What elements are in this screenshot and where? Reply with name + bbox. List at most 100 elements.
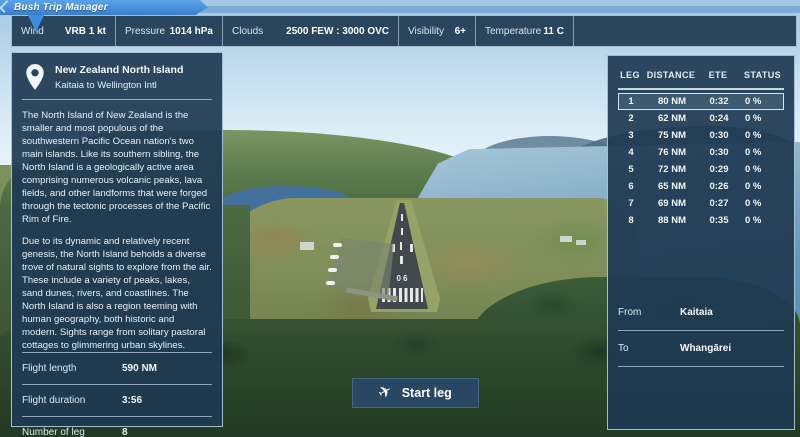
hangar xyxy=(560,236,572,242)
leg-cell-leg: 5 xyxy=(628,164,634,175)
weather-label: Clouds xyxy=(232,25,264,37)
weather-item-clouds: Clouds 2500 FEW : 3000 OVC xyxy=(223,16,399,46)
trip-stats: Flight length 590 NM Flight duration 3:56 Nu… xyxy=(22,352,212,437)
leg-cell-ete: 0:32 xyxy=(709,96,729,107)
leg-cell-ete: 0:26 xyxy=(709,181,729,192)
weather-bar: Wind VRB 1 kt Pressure 1014 hPa Clouds 2500 F… xyxy=(11,15,797,47)
stat-value: 590 NM xyxy=(122,363,158,374)
weather-item-pressure: Pressure 1014 hPa xyxy=(116,16,223,46)
parked-aircraft xyxy=(326,281,335,285)
leg-cell-status: 0 % xyxy=(745,147,762,158)
stat-label: Flight duration xyxy=(22,395,86,406)
leg-row-1[interactable]: 1 80 NM 0:32 0 % xyxy=(618,93,784,110)
leg-cell-ete: 0:29 xyxy=(709,164,729,175)
leg-cell-ete: 0:24 xyxy=(709,113,729,124)
weather-value: VRB 1 kt xyxy=(64,25,106,37)
leg-cell-status: 0 % xyxy=(745,164,762,175)
leg-cell-distance: 80 NM xyxy=(658,96,686,107)
runway-centerline xyxy=(400,242,402,250)
parked-aircraft xyxy=(333,243,342,247)
divider xyxy=(22,99,212,100)
leg-cell-leg: 7 xyxy=(628,198,634,209)
hangar xyxy=(576,240,586,245)
leg-row-8[interactable]: 8 88 NM 0:35 0 % xyxy=(618,212,784,229)
leg-cell-leg: 1 xyxy=(628,96,634,107)
route-value: Whangārei xyxy=(680,343,732,354)
stat-value: 8 xyxy=(122,427,128,437)
leg-cell-status: 0 % xyxy=(745,96,762,107)
runway-centerline xyxy=(400,256,403,264)
leg-cell-status: 0 % xyxy=(745,130,762,141)
column-header-ete: ETE xyxy=(708,70,728,80)
leg-row-4[interactable]: 4 76 NM 0:30 0 % xyxy=(618,144,784,161)
leg-cell-status: 0 % xyxy=(745,198,762,209)
leg-row-7[interactable]: 7 69 NM 0:27 0 % xyxy=(618,195,784,212)
weather-label: Temperature xyxy=(485,25,542,37)
stat-row-flight-duration: Flight duration 3:56 xyxy=(22,384,212,416)
trip-header: New Zealand North Island Kaitaia to Well… xyxy=(22,61,212,99)
route-row-to: To Whangārei xyxy=(618,331,784,367)
bush-trip-manager-screen: 06 Bush Trip Manager Wind VRB 1 kt Pressur… xyxy=(0,0,800,437)
stat-label: Flight length xyxy=(22,363,77,374)
weather-bar-filler xyxy=(574,16,796,46)
route-section: From Kaitaia To Whangārei xyxy=(618,295,784,367)
weather-value: 2500 FEW : 3000 OVC xyxy=(286,25,389,37)
legs-table-header: LEG DISTANCE ETE STATUS xyxy=(618,64,784,86)
airplane-icon: ✈ xyxy=(375,381,396,404)
runway-centerline xyxy=(401,228,403,235)
leg-cell-distance: 69 NM xyxy=(658,198,686,209)
collapse-chevron-icon xyxy=(0,0,12,13)
weather-value: 11 C xyxy=(543,25,564,37)
leg-cell-leg: 2 xyxy=(628,113,634,124)
leg-cell-status: 0 % xyxy=(745,215,762,226)
start-leg-button[interactable]: ✈ Start leg xyxy=(352,378,479,408)
window-title: Bush Trip Manager xyxy=(14,1,108,13)
parked-aircraft xyxy=(328,268,337,272)
leg-cell-distance: 72 NM xyxy=(658,164,686,175)
weather-value: 6+ xyxy=(454,25,466,37)
leg-row-2[interactable]: 2 62 NM 0:24 0 % xyxy=(618,110,784,127)
hangar xyxy=(300,242,314,250)
leg-row-5[interactable]: 5 72 NM 0:29 0 % xyxy=(618,161,784,178)
leg-cell-leg: 3 xyxy=(628,130,634,141)
banner-pointer-icon xyxy=(27,13,45,32)
leg-cell-distance: 76 NM xyxy=(658,147,686,158)
leg-cell-distance: 65 NM xyxy=(658,181,686,192)
column-header-distance: DISTANCE xyxy=(646,70,696,80)
trip-description-paragraph: The North Island of New Zealand is the s… xyxy=(22,110,211,225)
trip-route-subtitle: Kaitaia to Wellington Intl xyxy=(55,79,157,91)
route-value: Kaitaia xyxy=(680,307,713,318)
runway-touchdown-mark xyxy=(410,244,413,252)
leg-cell-status: 0 % xyxy=(745,181,762,192)
leg-cell-ete: 0:30 xyxy=(709,130,729,141)
leg-cell-leg: 6 xyxy=(628,181,634,192)
legs-table-body: 1 80 NM 0:32 0 % 2 62 NM 0:24 0 % 3 75 NM 0:30 0 % 4… xyxy=(618,93,784,229)
trip-info-panel: New Zealand North Island Kaitaia to Well… xyxy=(11,52,223,437)
leg-cell-distance: 75 NM xyxy=(658,130,686,141)
route-label: To xyxy=(618,343,629,354)
runway-centerline xyxy=(401,214,403,221)
legs-panel: LEG DISTANCE ETE STATUS 1 80 NM 0:32 0 % 2 62 NM… xyxy=(607,55,795,430)
weather-item-temperature: Temperature 11 C xyxy=(476,16,574,46)
leg-cell-distance: 62 NM xyxy=(658,113,686,124)
leg-cell-distance: 88 NM xyxy=(658,215,686,226)
leg-cell-ete: 0:30 xyxy=(709,147,729,158)
parked-aircraft xyxy=(330,255,339,259)
trip-title: New Zealand North Island xyxy=(55,63,184,76)
leg-row-3[interactable]: 3 75 NM 0:30 0 % xyxy=(618,127,784,144)
leg-cell-leg: 4 xyxy=(628,147,634,158)
weather-label: Pressure xyxy=(125,25,166,37)
bush-trip-manager-tab[interactable]: Bush Trip Manager xyxy=(0,0,208,15)
weather-label: Visibility xyxy=(408,25,444,37)
header-rule xyxy=(618,88,784,90)
route-row-from: From Kaitaia xyxy=(618,295,784,331)
leg-row-6[interactable]: 6 65 NM 0:26 0 % xyxy=(618,178,784,195)
panel-bottom-spacer xyxy=(618,367,784,429)
stat-row-flight-length: Flight length 590 NM xyxy=(22,352,212,384)
stat-value: 3:56 xyxy=(122,395,143,406)
route-label: From xyxy=(618,307,642,318)
leg-cell-ete: 0:27 xyxy=(709,198,729,209)
column-header-status: STATUS xyxy=(744,70,782,80)
trip-description-paragraph: Due to its dynamic and relatively recent… xyxy=(22,236,212,351)
leg-cell-ete: 0:35 xyxy=(709,215,729,226)
